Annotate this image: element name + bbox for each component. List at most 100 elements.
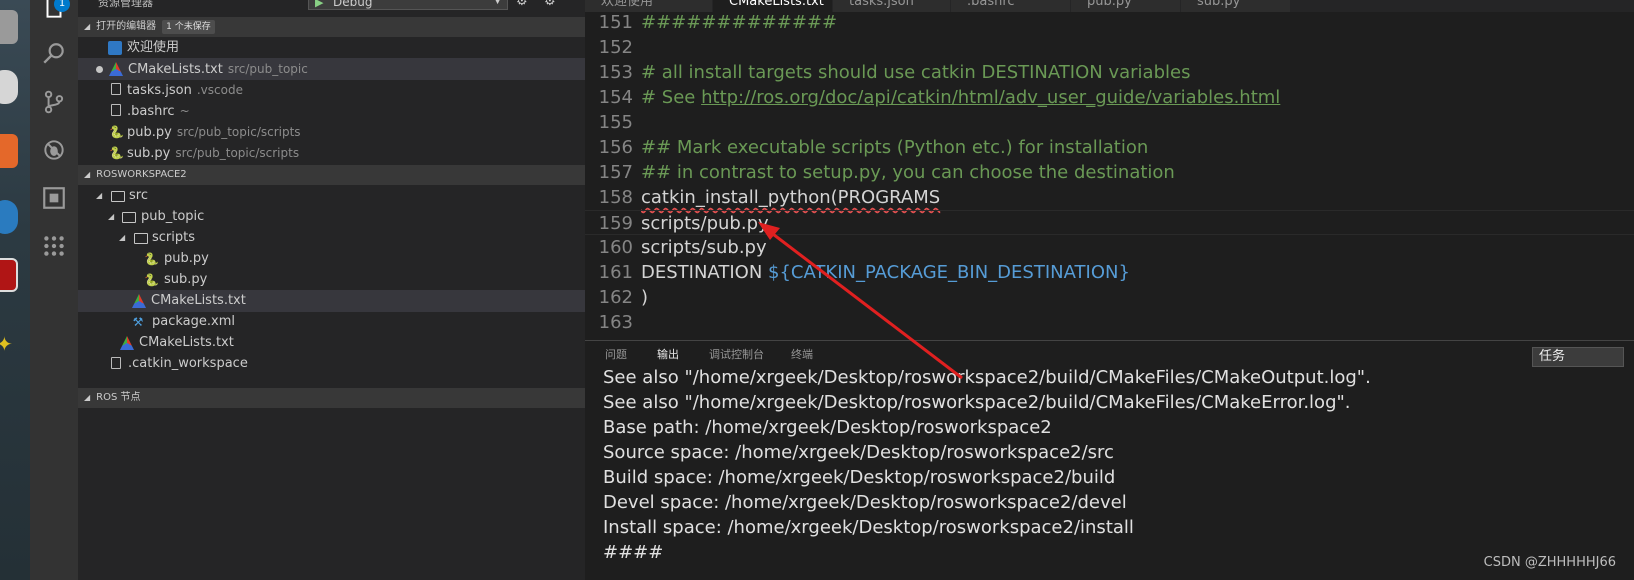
tree-item-label: pub_topic xyxy=(141,209,205,224)
code-line[interactable]: 153 # all install targets should use cat… xyxy=(585,60,1634,85)
open-editor-item[interactable]: 欢迎使用 xyxy=(78,37,585,59)
open-editors-header[interactable]: ◢ 打开的编辑器 1 个未保存 xyxy=(78,17,585,37)
output-line: See also "/home/xrgeek/Desktop/rosworksp… xyxy=(603,367,1371,388)
tree-item-label: CMakeLists.txt xyxy=(151,293,246,308)
workspace-header[interactable]: ◢ ROSWORKSPACE2 xyxy=(78,165,585,185)
tree-item-label: package.xml xyxy=(152,314,235,329)
cmake-icon xyxy=(109,62,123,76)
watermark: CSDN @ZHHHHHJ66 xyxy=(1483,555,1616,570)
tab-label: CMakeLists.txt xyxy=(729,0,824,9)
line-text: DESTINATION xyxy=(641,262,769,283)
tree-item-label: CMakeLists.txt xyxy=(139,335,234,350)
code-line[interactable]: 162 ) xyxy=(585,285,1634,310)
code-line[interactable]: 151 ############# xyxy=(585,10,1634,35)
file-icon xyxy=(111,83,121,95)
tree-item-file[interactable]: CMakeLists.txt xyxy=(78,332,585,354)
open-editor-path: src/pub_topic/scripts xyxy=(175,146,300,160)
open-editor-label: 欢迎使用 xyxy=(127,40,180,55)
output-line: Devel space: /home/xrgeek/Desktop/roswor… xyxy=(603,492,1127,513)
search-icon[interactable] xyxy=(30,34,78,74)
file-icon xyxy=(111,104,121,116)
line-number: 156 xyxy=(598,137,633,158)
apps-grid-icon[interactable] xyxy=(30,226,78,266)
tree-item-folder[interactable]: ◢ src xyxy=(78,185,585,207)
terminal-app-icon[interactable] xyxy=(0,258,18,292)
open-editor-label: .bashrc xyxy=(127,104,175,119)
open-editor-item[interactable]: tasks.json .vscode xyxy=(78,79,585,101)
tree-item-file[interactable]: CMakeLists.txt xyxy=(78,290,585,312)
code-line[interactable]: 156 ## Mark executable scripts (Python e… xyxy=(585,135,1634,160)
settings-icon[interactable]: ⚙ xyxy=(544,0,556,9)
tree-item-folder[interactable]: ◢ scripts xyxy=(78,227,585,249)
debug-config-label: Debug xyxy=(333,0,373,9)
tree-item-label: sub.py xyxy=(164,272,208,287)
folder-icon xyxy=(122,212,136,223)
open-editor-item[interactable]: .bashrc ~ xyxy=(78,100,585,122)
collapse-triangle-icon: ◢ xyxy=(84,170,91,179)
extensions-icon[interactable] xyxy=(30,178,78,218)
activity-bar: 1 xyxy=(30,0,78,580)
open-editor-item[interactable]: 🐍 sub.py src/pub_topic/scripts xyxy=(78,142,585,164)
line-number: 161 xyxy=(598,262,633,283)
code-line[interactable]: 161 DESTINATION ${CATKIN_PACKAGE_BIN_DES… xyxy=(585,260,1634,285)
tree-item-file[interactable]: 🐍 pub.py xyxy=(78,248,585,270)
output-line: Install space: /home/xrgeek/Desktop/rosw… xyxy=(603,517,1134,538)
line-number: 152 xyxy=(598,37,633,58)
line-number: 163 xyxy=(598,312,633,333)
tree-item-file[interactable]: 🐍 sub.py xyxy=(78,269,585,291)
tree-item-folder[interactable]: ◢ pub_topic xyxy=(78,206,585,228)
open-editor-item[interactable]: CMakeLists.txt src/pub_topic xyxy=(78,58,585,80)
python-icon: 🐍 xyxy=(144,252,159,266)
tree-item-label: scripts xyxy=(152,230,195,245)
open-editor-label: sub.py xyxy=(127,146,171,161)
workspace-title: ROSWORKSPACE2 xyxy=(96,169,187,180)
line-number: 153 xyxy=(598,62,633,83)
tree-item-file[interactable]: .catkin_workspace xyxy=(78,353,585,375)
open-editor-path: ~ xyxy=(179,104,190,118)
code-line-current[interactable]: 159 scripts/pub.py xyxy=(585,210,1634,235)
explorer-sidebar: 资源管理器 ▶ Debug ▼ ⚙ ⚙ ◢ 打开的编辑器 1 个未保存 欢迎使用 C… xyxy=(78,0,585,580)
line-number: 155 xyxy=(598,112,633,133)
code-line[interactable]: 152 xyxy=(585,35,1634,60)
code-line[interactable]: 154 # See http://ros.org/doc/api/catkin/… xyxy=(585,85,1634,110)
code-line[interactable]: 158 catkin_install_python(PROGRAMS xyxy=(585,185,1634,210)
unsaved-dot-icon[interactable] xyxy=(96,66,103,73)
cmake-variable: ${CATKIN_PACKAGE_BIN_DESTINATION} xyxy=(768,262,1130,283)
tab-label: sub.py xyxy=(1197,0,1241,9)
output-channel-select[interactable]: 任务 xyxy=(1532,347,1624,367)
code-line[interactable]: 160 scripts/sub.py xyxy=(585,235,1634,260)
code-line[interactable]: 163 xyxy=(585,310,1634,335)
tab-label: tasks.json xyxy=(849,0,914,9)
tree-item-file[interactable]: ⚒ package.xml xyxy=(78,311,585,333)
line-number: 159 xyxy=(598,213,633,234)
code-line[interactable]: 157 ## in contrast to setup.py, you can … xyxy=(585,160,1634,185)
ros-nodes-header[interactable]: ◢ ROS 节点 xyxy=(78,388,585,408)
debug-icon[interactable] xyxy=(30,130,78,170)
package-xml-icon: ⚒ xyxy=(132,315,144,329)
source-control-icon[interactable] xyxy=(30,82,78,122)
line-number: 162 xyxy=(598,287,633,308)
sparkle-app-icon[interactable]: ✦ xyxy=(0,332,14,358)
ubuntu-launcher: ✦ xyxy=(0,0,30,580)
collapse-triangle-icon: ◢ xyxy=(108,212,115,221)
app-icon[interactable] xyxy=(0,134,18,168)
app-icon[interactable] xyxy=(0,200,18,234)
files-app-icon[interactable] xyxy=(0,10,18,44)
output-line: Source space: /home/xrgeek/Desktop/roswo… xyxy=(603,442,1114,463)
output-channel-label: 任务 xyxy=(1539,349,1566,364)
open-editor-path: src/pub_topic xyxy=(227,62,308,76)
comment-link[interactable]: http://ros.org/doc/api/catkin/html/adv_u… xyxy=(701,87,1280,108)
open-editor-item[interactable]: 🐍 pub.py src/pub_topic/scripts xyxy=(78,121,585,143)
debug-config-select[interactable]: ▶ Debug ▼ xyxy=(308,0,508,10)
line-text: ## Mark executable scripts (Python etc.)… xyxy=(641,137,1149,158)
gear-icon[interactable]: ⚙ xyxy=(516,0,528,9)
tab-label: .bashrc xyxy=(967,0,1015,9)
line-text: # all install targets should use catkin … xyxy=(641,62,1191,83)
tab-label: 欢迎使用 xyxy=(601,0,654,9)
bottom-panel: 问题 输出 调试控制台 终端 任务 See also "/home/xrgeek… xyxy=(585,340,1634,580)
code-line[interactable]: 155 xyxy=(585,110,1634,135)
play-icon: ▶ xyxy=(315,0,324,9)
line-number: 151 xyxy=(598,12,633,33)
explorer-icon[interactable]: 1 xyxy=(30,0,78,28)
app-icon[interactable] xyxy=(0,70,18,104)
